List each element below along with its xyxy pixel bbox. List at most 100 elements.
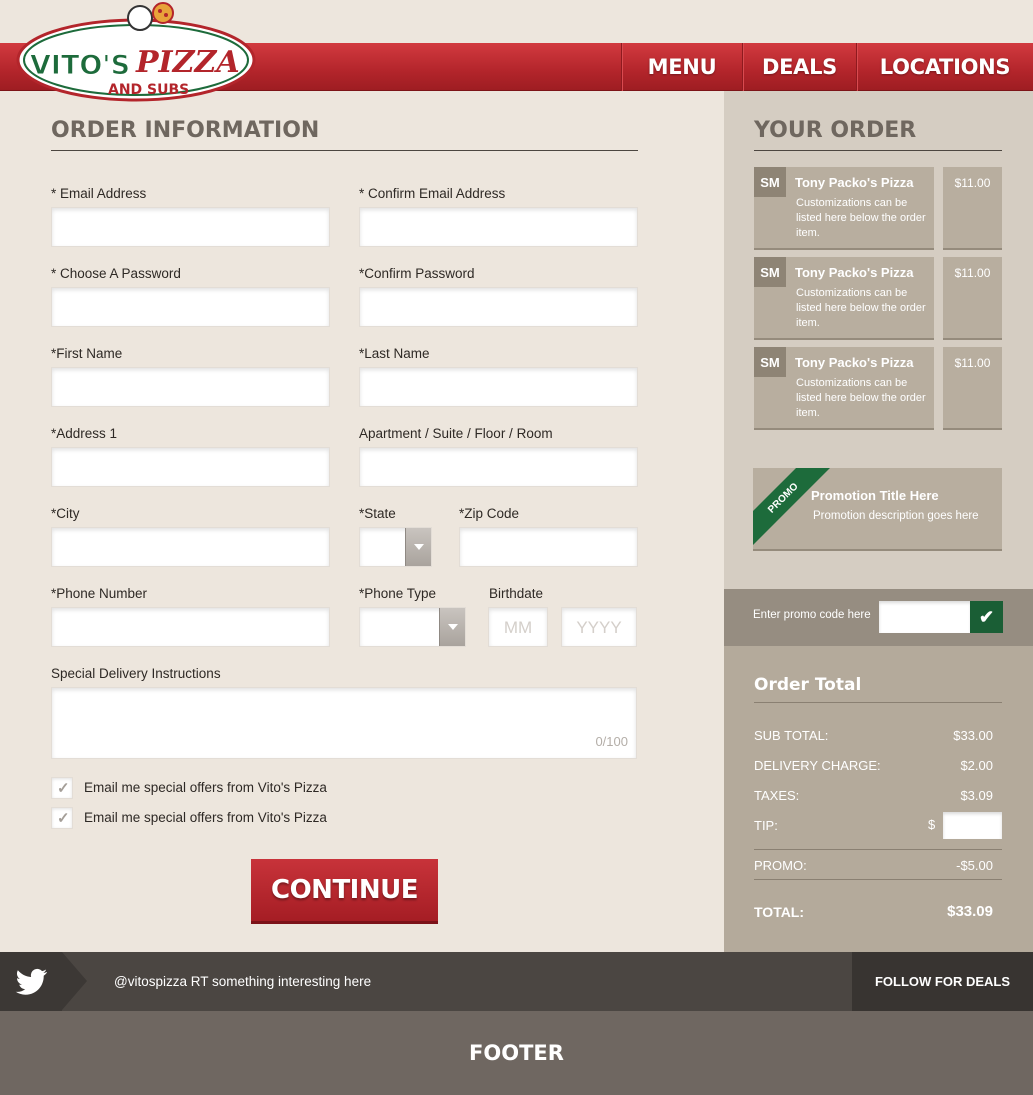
item-description: Customizations can be listed here below … bbox=[796, 287, 926, 329]
item-description: Customizations can be listed here below … bbox=[796, 377, 926, 419]
character-counter: 0/100 bbox=[595, 734, 628, 749]
chevron-down-icon bbox=[405, 528, 431, 566]
promo-value: -$5.00 bbox=[956, 858, 993, 873]
tip-label: TIP: bbox=[754, 818, 778, 833]
total-value: $33.09 bbox=[947, 903, 993, 920]
item-price-box: $11.00 bbox=[943, 167, 1002, 250]
delivery-value: $2.00 bbox=[960, 758, 993, 773]
state-select[interactable] bbox=[359, 527, 432, 567]
password-field[interactable] bbox=[51, 287, 330, 327]
chevron-down-icon bbox=[439, 608, 465, 646]
item-price: $11.00 bbox=[954, 266, 991, 280]
promo-ribbon: PROMO bbox=[753, 468, 834, 549]
footer: FOOTER bbox=[0, 1011, 1033, 1095]
order-item[interactable]: SM Tony Packo's Pizza Customizations can… bbox=[754, 347, 934, 430]
apartment-label: Apartment / Suite / Floor / Room bbox=[359, 426, 553, 441]
nav-locations[interactable]: LOCATIONS bbox=[856, 43, 1033, 91]
subtotal-label: SUB TOTAL: bbox=[754, 728, 829, 743]
first-name-field[interactable] bbox=[51, 367, 330, 407]
tip-divider bbox=[754, 849, 1002, 850]
check-icon: ✓ bbox=[57, 810, 70, 827]
birth-year-placeholder: YYYY bbox=[576, 618, 622, 637]
item-price-box: $11.00 bbox=[943, 347, 1002, 430]
logo-text-subs: AND SUBS bbox=[108, 82, 189, 98]
zip-label: *Zip Code bbox=[459, 506, 520, 521]
birth-month-field[interactable]: MM bbox=[488, 607, 548, 647]
birth-month-placeholder: MM bbox=[503, 618, 533, 637]
item-price-box: $11.00 bbox=[943, 257, 1002, 340]
instructions-textarea[interactable]: 0/100 bbox=[51, 687, 637, 759]
taxes-label: TAXES: bbox=[754, 788, 800, 803]
city-field[interactable] bbox=[51, 527, 330, 567]
promo-code-input[interactable] bbox=[879, 601, 971, 633]
size-badge: SM bbox=[754, 167, 786, 197]
order-item[interactable]: SM Tony Packo's Pizza Customizations can… bbox=[754, 167, 934, 250]
twitter-icon-box[interactable] bbox=[0, 952, 62, 1011]
order-item[interactable]: SM Tony Packo's Pizza Customizations can… bbox=[754, 257, 934, 340]
address1-field[interactable] bbox=[51, 447, 330, 487]
birth-year-field[interactable]: YYYY bbox=[561, 607, 637, 647]
subtotal-value: $33.00 bbox=[953, 728, 993, 743]
logo-text-pizza: PIZZA bbox=[135, 45, 240, 80]
address1-label: *Address 1 bbox=[51, 426, 118, 441]
item-name: Tony Packo's Pizza bbox=[795, 265, 914, 280]
promo-code-label: Enter promo code here bbox=[753, 609, 871, 621]
twitter-bar: @vitospizza RT something interesting her… bbox=[0, 952, 1033, 1011]
last-name-label: *Last Name bbox=[359, 346, 430, 361]
confirm-email-field[interactable] bbox=[359, 207, 638, 247]
email-field[interactable] bbox=[51, 207, 330, 247]
vitos-logo[interactable]: VITO'S PIZZA AND SUBS bbox=[16, 0, 260, 104]
order-total-heading: Order Total bbox=[754, 675, 862, 695]
instructions-label: Special Delivery Instructions bbox=[51, 666, 221, 681]
email-label: * Email Address bbox=[51, 186, 147, 201]
check-icon: ✔ bbox=[978, 606, 995, 627]
tip-input[interactable] bbox=[943, 812, 1002, 839]
nav-menu[interactable]: MENU bbox=[621, 43, 742, 91]
order-info-heading: ORDER INFORMATION bbox=[51, 118, 320, 143]
item-name: Tony Packo's Pizza bbox=[795, 175, 914, 190]
footer-text: FOOTER bbox=[469, 1041, 564, 1065]
follow-for-deals-button[interactable]: FOLLOW FOR DEALS bbox=[852, 952, 1033, 1011]
nav-deals[interactable]: DEALS bbox=[742, 43, 856, 91]
continue-button[interactable]: CONTINUE bbox=[251, 859, 438, 924]
offers-checkbox-2[interactable]: ✓ bbox=[51, 807, 73, 829]
state-label: *State bbox=[359, 506, 396, 521]
promo-apply-button[interactable]: ✔ bbox=[970, 601, 1003, 633]
promotion-title: Promotion Title Here bbox=[811, 488, 939, 503]
delivery-label: DELIVERY CHARGE: bbox=[754, 758, 881, 773]
promotion-description: Promotion description goes here bbox=[813, 510, 979, 522]
zip-field[interactable] bbox=[459, 527, 638, 567]
size-badge: SM bbox=[754, 347, 786, 377]
tweet-text[interactable]: @vitospizza RT something interesting her… bbox=[114, 974, 371, 989]
offers-label-2: Email me special offers from Vito's Pizz… bbox=[84, 810, 327, 825]
promo-label: PROMO: bbox=[754, 858, 807, 873]
offers-checkbox-1[interactable]: ✓ bbox=[51, 777, 73, 799]
last-name-field[interactable] bbox=[359, 367, 638, 407]
item-price: $11.00 bbox=[954, 356, 991, 370]
item-name: Tony Packo's Pizza bbox=[795, 355, 914, 370]
your-order-divider bbox=[754, 150, 1002, 151]
first-name-label: *First Name bbox=[51, 346, 123, 361]
tip-currency: $ bbox=[928, 817, 936, 832]
offers-label-1: Email me special offers from Vito's Pizz… bbox=[84, 780, 327, 795]
phone-type-label: *Phone Type bbox=[359, 586, 437, 601]
birthdate-label: Birthdate bbox=[489, 586, 544, 601]
phone-label: *Phone Number bbox=[51, 586, 148, 601]
twitter-arrow bbox=[62, 952, 87, 1010]
confirm-password-label: *Confirm Password bbox=[359, 266, 475, 281]
size-badge: SM bbox=[754, 257, 786, 287]
taxes-value: $3.09 bbox=[960, 788, 993, 803]
city-label: *City bbox=[51, 506, 80, 521]
item-price: $11.00 bbox=[954, 176, 991, 190]
promotion-card[interactable]: PROMO Promotion Title Here Promotion des… bbox=[753, 468, 1002, 551]
phone-field[interactable] bbox=[51, 607, 330, 647]
phone-type-select[interactable] bbox=[359, 607, 466, 647]
your-order-heading: YOUR ORDER bbox=[754, 118, 917, 143]
confirm-email-label: * Confirm Email Address bbox=[359, 186, 506, 201]
main-nav: MENU DEALS LOCATIONS bbox=[621, 43, 1033, 91]
apartment-field[interactable] bbox=[359, 447, 638, 487]
confirm-password-field[interactable] bbox=[359, 287, 638, 327]
password-label: * Choose A Password bbox=[51, 266, 181, 281]
twitter-bird-icon bbox=[15, 968, 47, 995]
total-label: TOTAL: bbox=[754, 904, 805, 920]
